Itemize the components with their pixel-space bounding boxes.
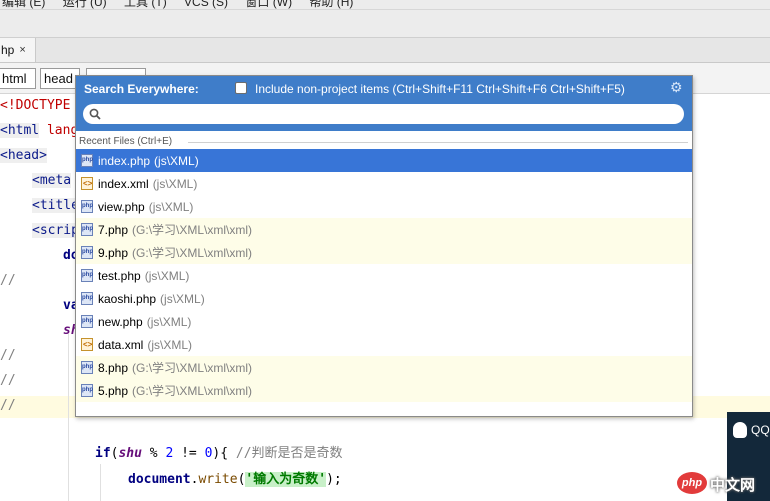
search-field[interactable] xyxy=(83,104,684,124)
indent-guide xyxy=(100,464,101,501)
menu-edit[interactable]: 编辑 (E) xyxy=(2,0,45,9)
list-item[interactable]: new.php(js\XML) xyxy=(76,310,692,333)
breadcrumb-html[interactable]: html xyxy=(0,68,36,89)
file-name: view.php xyxy=(98,199,145,214)
file-path: (js\XML) xyxy=(154,153,199,168)
watermark-text: 中文网 xyxy=(710,477,756,494)
code-comment: // xyxy=(0,373,16,388)
list-item[interactable]: test.php(js\XML) xyxy=(76,264,692,287)
section-divider xyxy=(188,142,688,143)
menu-bar: 编辑 (E) 运行 (U) 工具 (T) VCS (S) 窗口 (W) 帮助 (… xyxy=(0,0,770,10)
qq-penguin-icon xyxy=(733,422,747,438)
file-path: (js\XML) xyxy=(148,199,194,214)
gear-icon[interactable]: ⚙ xyxy=(670,79,683,96)
list-item[interactable]: 5.php(G:\学习\XML\xml\xml) xyxy=(76,379,692,402)
file-tab[interactable]: hp × xyxy=(0,38,36,62)
file-tab-label: hp xyxy=(1,43,15,57)
watermark: php 中文网 xyxy=(677,470,770,498)
php-file-icon xyxy=(81,154,93,167)
code-head-tag: <head> xyxy=(0,148,47,163)
qq-label: QQ xyxy=(751,423,770,437)
code-if-line: if(shu % 2 != 0){ //判断是否是奇数 xyxy=(95,446,343,461)
list-item[interactable]: 7.php(G:\学习\XML\xml\xml) xyxy=(76,218,692,241)
file-path: (G:\学习\XML\xml\xml) xyxy=(132,246,253,260)
menu-run[interactable]: 运行 (U) xyxy=(63,0,107,9)
file-name: kaoshi.php xyxy=(98,291,157,306)
code-meta-tag: <meta xyxy=(32,173,72,188)
file-path: (js\XML) xyxy=(147,337,193,352)
code-script-tag: <scrip xyxy=(32,223,79,238)
file-path: (G:\学习\XML\xml\xml) xyxy=(132,384,253,398)
file-path: (G:\学习\XML\xml\xml) xyxy=(132,361,253,375)
file-name: test.php xyxy=(98,268,141,283)
file-name: data.xml xyxy=(98,337,144,352)
code-write-line: document.write('输入为奇数'); xyxy=(128,472,342,487)
popup-title: Search Everywhere: xyxy=(84,82,199,96)
php-file-icon xyxy=(81,292,93,305)
editor-tab-bar: hp × xyxy=(0,38,770,63)
file-name: new.php xyxy=(98,314,143,329)
indent-guide xyxy=(68,334,69,501)
breadcrumb-head[interactable]: head xyxy=(40,68,80,89)
file-name: 5.php xyxy=(98,383,129,398)
php-file-icon xyxy=(81,269,93,282)
xml-file-icon xyxy=(81,338,93,351)
code-html-tag: <html xyxy=(0,123,40,138)
file-path: (js\XML) xyxy=(146,314,192,329)
php-file-icon xyxy=(81,246,93,259)
watermark-logo: php xyxy=(677,472,707,494)
search-icon xyxy=(89,108,101,120)
file-path: (js\XML) xyxy=(144,268,190,283)
list-item[interactable]: index.php(js\XML) xyxy=(76,149,692,172)
file-path: (js\XML) xyxy=(152,176,198,191)
file-name: index.xml xyxy=(98,176,149,191)
php-file-icon xyxy=(81,200,93,213)
list-item[interactable]: 9.php(G:\学习\XML\xml\xml) xyxy=(76,241,692,264)
list-item[interactable]: view.php(js\XML) xyxy=(76,195,692,218)
file-name: 8.php xyxy=(98,360,129,375)
popup-header: Search Everywhere: Include non-project i… xyxy=(76,76,692,131)
code-comment: // xyxy=(0,398,16,413)
code-comment: // xyxy=(0,273,16,288)
code-title-tag: <title xyxy=(32,198,79,213)
menu-tools[interactable]: 工具 (T) xyxy=(124,0,167,9)
search-everywhere-popup: Search Everywhere: Include non-project i… xyxy=(75,75,693,417)
file-name: 7.php xyxy=(98,222,129,237)
file-name: 9.php xyxy=(98,245,129,260)
file-path: (G:\学习\XML\xml\xml) xyxy=(132,223,253,237)
recent-files-list: index.php(js\XML)index.xml(js\XML)view.p… xyxy=(76,149,692,402)
php-file-icon xyxy=(81,315,93,328)
file-name: index.php xyxy=(98,153,151,168)
menu-vcs[interactable]: VCS (S) xyxy=(184,0,228,9)
code-lang-attr: lang xyxy=(39,123,79,138)
include-non-project-checkbox[interactable] xyxy=(235,82,247,94)
list-item[interactable]: 8.php(G:\学习\XML\xml\xml) xyxy=(76,356,692,379)
include-non-project-label[interactable]: Include non-project items (Ctrl+Shift+F1… xyxy=(255,82,625,96)
code-comment: // xyxy=(0,348,16,363)
file-path: (js\XML) xyxy=(160,291,205,306)
php-file-icon xyxy=(81,384,93,397)
menu-help[interactable]: 帮助 (H) xyxy=(309,0,353,9)
php-file-icon xyxy=(81,223,93,236)
menu-window[interactable]: 窗口 (W) xyxy=(245,0,292,9)
search-input[interactable] xyxy=(107,106,671,124)
php-file-icon xyxy=(81,361,93,374)
list-item[interactable]: index.xml(js\XML) xyxy=(76,172,692,195)
close-icon[interactable]: × xyxy=(19,44,25,56)
toolbar xyxy=(0,10,770,38)
list-item[interactable]: kaoshi.php(js\XML) xyxy=(76,287,692,310)
recent-files-section-label: Recent Files (Ctrl+E) xyxy=(79,136,173,147)
list-item[interactable]: data.xml(js\XML) xyxy=(76,333,692,356)
xml-file-icon xyxy=(81,177,93,190)
code-doctype: <!DOCTYPE xyxy=(0,98,71,113)
